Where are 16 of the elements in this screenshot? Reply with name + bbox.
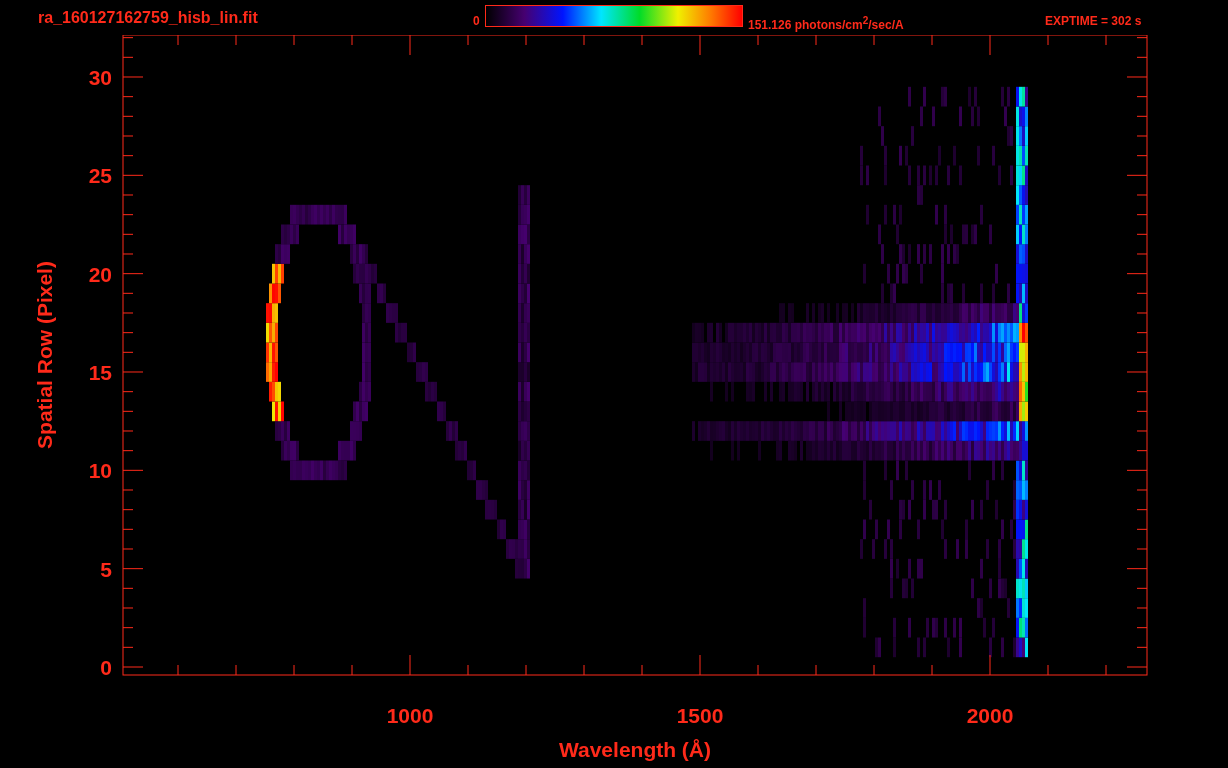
- file-name: ra_160127162759_hisb_lin.fit: [38, 9, 258, 27]
- x-tick-label: 2000: [966, 704, 1014, 727]
- colorbar-min-label: 0: [473, 13, 480, 30]
- x-axis-label: Wavelength (Å): [558, 738, 712, 761]
- y-tick-label: 0: [100, 656, 112, 679]
- y-tick-label: 15: [88, 361, 112, 384]
- y-axis-label: Spatial Row (Pixel): [33, 261, 56, 449]
- y-tick-label: 5: [100, 557, 112, 581]
- x-tick-label: 1000: [386, 704, 434, 727]
- x-tick-label: 1500: [676, 704, 724, 727]
- y-tick-label: 10: [88, 459, 112, 483]
- y-tick-label: 20: [88, 262, 112, 286]
- colorbar-max-label: 151.126 photons/cm$^{2}$/sec/A: [748, 14, 904, 34]
- y-tick-label: 30: [88, 66, 112, 89]
- exposure-time: EXPTIME = 302 s: [1045, 13, 1142, 30]
- y-tick-label: 25: [88, 164, 112, 188]
